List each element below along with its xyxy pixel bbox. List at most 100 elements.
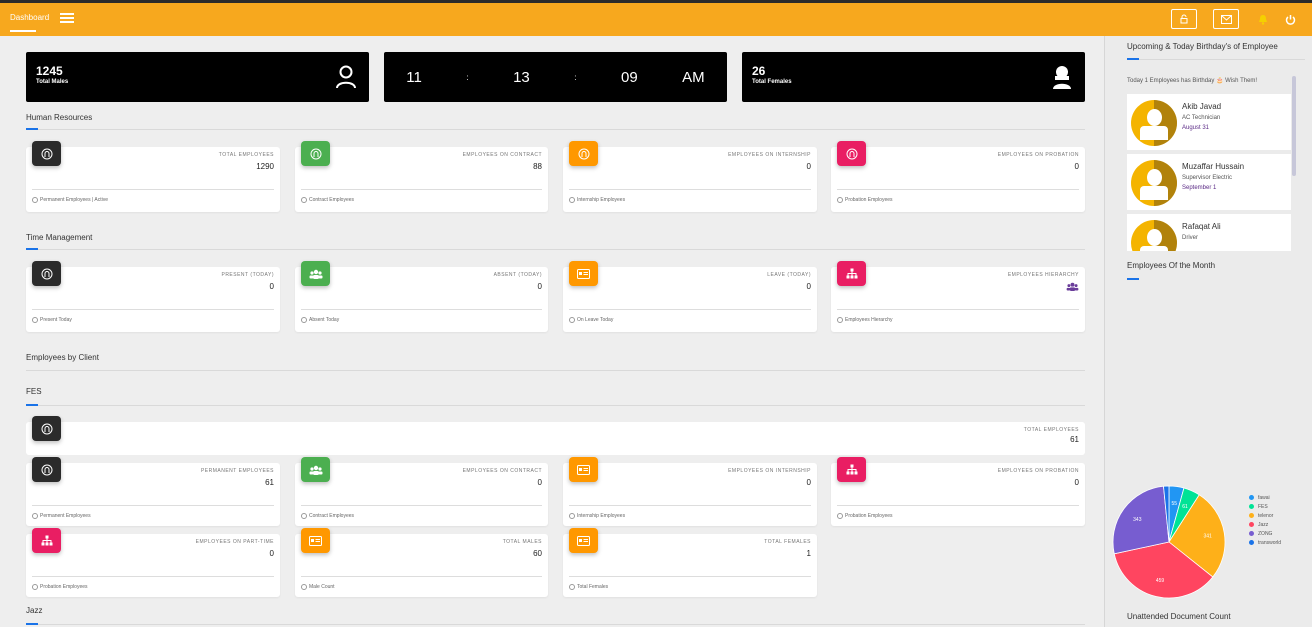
card-footer: Permanent Employees [40,513,91,519]
section-accent [1127,278,1139,280]
card-value: 0 [806,478,811,487]
hr-card-internship[interactable]: EMPLOYEES ON INTERNSHIP 0 Internship Emp… [563,141,817,212]
birthday-card[interactable]: Akib Javad AC Technician August 31 [1127,94,1291,150]
badge [301,457,330,482]
active-tab-indicator [10,30,36,32]
employees-of-month-title: Employees Of the Month [1127,261,1216,270]
pie-label: 61 [1182,504,1188,510]
lock-icon [1180,14,1188,24]
mail-icon [1220,14,1232,24]
card-footer: Contract Employees [309,513,355,519]
legend-item[interactable]: ZONG [1249,529,1281,538]
badge [32,528,61,553]
fes-card-internship[interactable]: EMPLOYEES ON INTERNSHIP 0 Internship Emp… [563,457,817,526]
legend-item[interactable]: fawai [1249,493,1281,502]
divider [26,249,1085,250]
mail-button[interactable] [1213,9,1239,29]
sitemap-icon [846,268,857,279]
card-value: 1290 [256,162,274,171]
hr-card-contract[interactable]: EMPLOYEES ON CONTRACT 88 Contract Employ… [295,141,548,212]
legend-item[interactable]: transworld [1249,538,1281,547]
employee-name: Rafaqat Ali [1182,222,1221,231]
legend-label: telenor [1258,512,1274,519]
tm-card-absent[interactable]: ABSENT (TODAY) 0 Absent Today [295,261,548,332]
card-caption: TOTAL MALES [502,539,542,545]
section-accent [26,248,38,250]
card-caption: EMPLOYEES ON PROBATION [997,468,1079,474]
section-accent [1127,58,1139,60]
legend-label: transworld [1258,539,1282,546]
section-accent [26,404,38,406]
clock-seconds: 09 [620,68,638,86]
right-sidebar: Upcoming & Today Birthday's of Employee … [1104,36,1312,627]
users-icon [1066,282,1079,291]
logout-button[interactable] [1283,12,1297,26]
fes-card-total-males[interactable]: TOTAL MALES 60 Male Count [295,528,548,597]
card-value: 0 [269,282,274,291]
chart-legend: fawai FES telenor Jazz ZONG transworld [1249,493,1281,547]
legend-label: fawai [1258,494,1270,501]
notifications-button[interactable] [1256,12,1270,26]
legend-item[interactable]: Jazz [1249,520,1281,529]
id-card-icon [577,464,590,475]
lock-button[interactable] [1171,9,1197,29]
sitemap-icon [846,464,857,475]
birthday-scrollbar[interactable] [1292,76,1296,176]
legend-dot [1249,513,1254,518]
badge [837,141,866,166]
fes-card-permanent[interactable]: PERMANENT EMPLOYEES 61 Permanent Employe… [26,457,280,526]
card-value: 0 [806,282,811,291]
card-caption: LEAVE (TODAY) [767,272,811,278]
tm-card-leave[interactable]: LEAVE (TODAY) 0 On Leave Today [563,261,817,332]
card-value: 60 [533,549,542,558]
total-males-card: 1245 Total Males [26,52,369,102]
fes-card-total-females[interactable]: TOTAL FEMALES 1 Total Females [563,528,817,597]
menu-icon[interactable] [60,13,74,23]
card-footer: Probation Employees [845,513,893,519]
hr-card-probation[interactable]: EMPLOYEES ON PROBATION 0 Probation Emplo… [831,141,1085,212]
tm-card-present[interactable]: PRESENT (TODAY) 0 Present Today [26,261,280,332]
dashboard-title[interactable]: Dashboard [10,13,49,22]
card-caption: EMPLOYEES ON CONTRACT [462,468,542,474]
fingerprint-icon [41,148,52,159]
legend-item[interactable]: FES [1249,502,1281,511]
topbar: Dashboard [0,0,1312,36]
card-caption: EMPLOYEES ON INTERNSHIP [728,468,811,474]
card-value: 0 [269,549,274,558]
section-title-fes: FES [26,387,42,396]
divider [26,624,1085,625]
fingerprint-icon [41,268,52,279]
fes-card-part-time[interactable]: EMPLOYEES ON PART-TIME 0 Probation Emplo… [26,528,280,597]
pie-label: 459 [1156,578,1165,584]
section-accent [26,623,38,625]
badge [569,528,598,553]
card-value: 0 [537,282,542,291]
clock-ampm: AM [682,68,705,86]
badge [569,457,598,482]
power-icon [1285,14,1295,25]
hr-card-total-employees[interactable]: TOTAL EMPLOYEES 1290 Permanent Employees… [26,141,280,212]
badge [569,261,598,286]
legend-item[interactable]: telenor [1249,511,1281,520]
tm-card-hierarchy[interactable]: EMPLOYEES HIERARCHY Employees Hierarchy [831,261,1085,332]
fes-card-contract[interactable]: EMPLOYEES ON CONTRACT 0 Contract Employe… [295,457,548,526]
fingerprint-icon [846,148,857,159]
fes-card-probation[interactable]: EMPLOYEES ON PROBATION 0 Probation Emplo… [831,457,1085,526]
birthday-card[interactable]: Rafaqat Ali Driver [1127,214,1291,251]
birthday-card[interactable]: Muzaffar Hussain Supervisor Electric Sep… [1127,154,1291,210]
info-icon [32,197,38,203]
document-pie-chart: 55 61 341 459 343 [1112,485,1226,599]
section-title-hr: Human Resources [26,113,93,122]
legend-dot [1249,495,1254,500]
card-value: 1 [806,549,811,558]
total-females-card: 26 Total Females [742,52,1085,102]
divider [26,405,1085,406]
info-icon [301,197,307,203]
badge [837,457,866,482]
fes-total-card[interactable]: TOTAL EMPLOYEES 61 [26,416,1085,455]
info-icon [569,197,575,203]
bell-icon [1259,14,1267,25]
employee-role: Driver [1182,235,1198,241]
total-males-label: Total Males [36,79,69,85]
card-footer: On Leave Today [577,317,614,323]
